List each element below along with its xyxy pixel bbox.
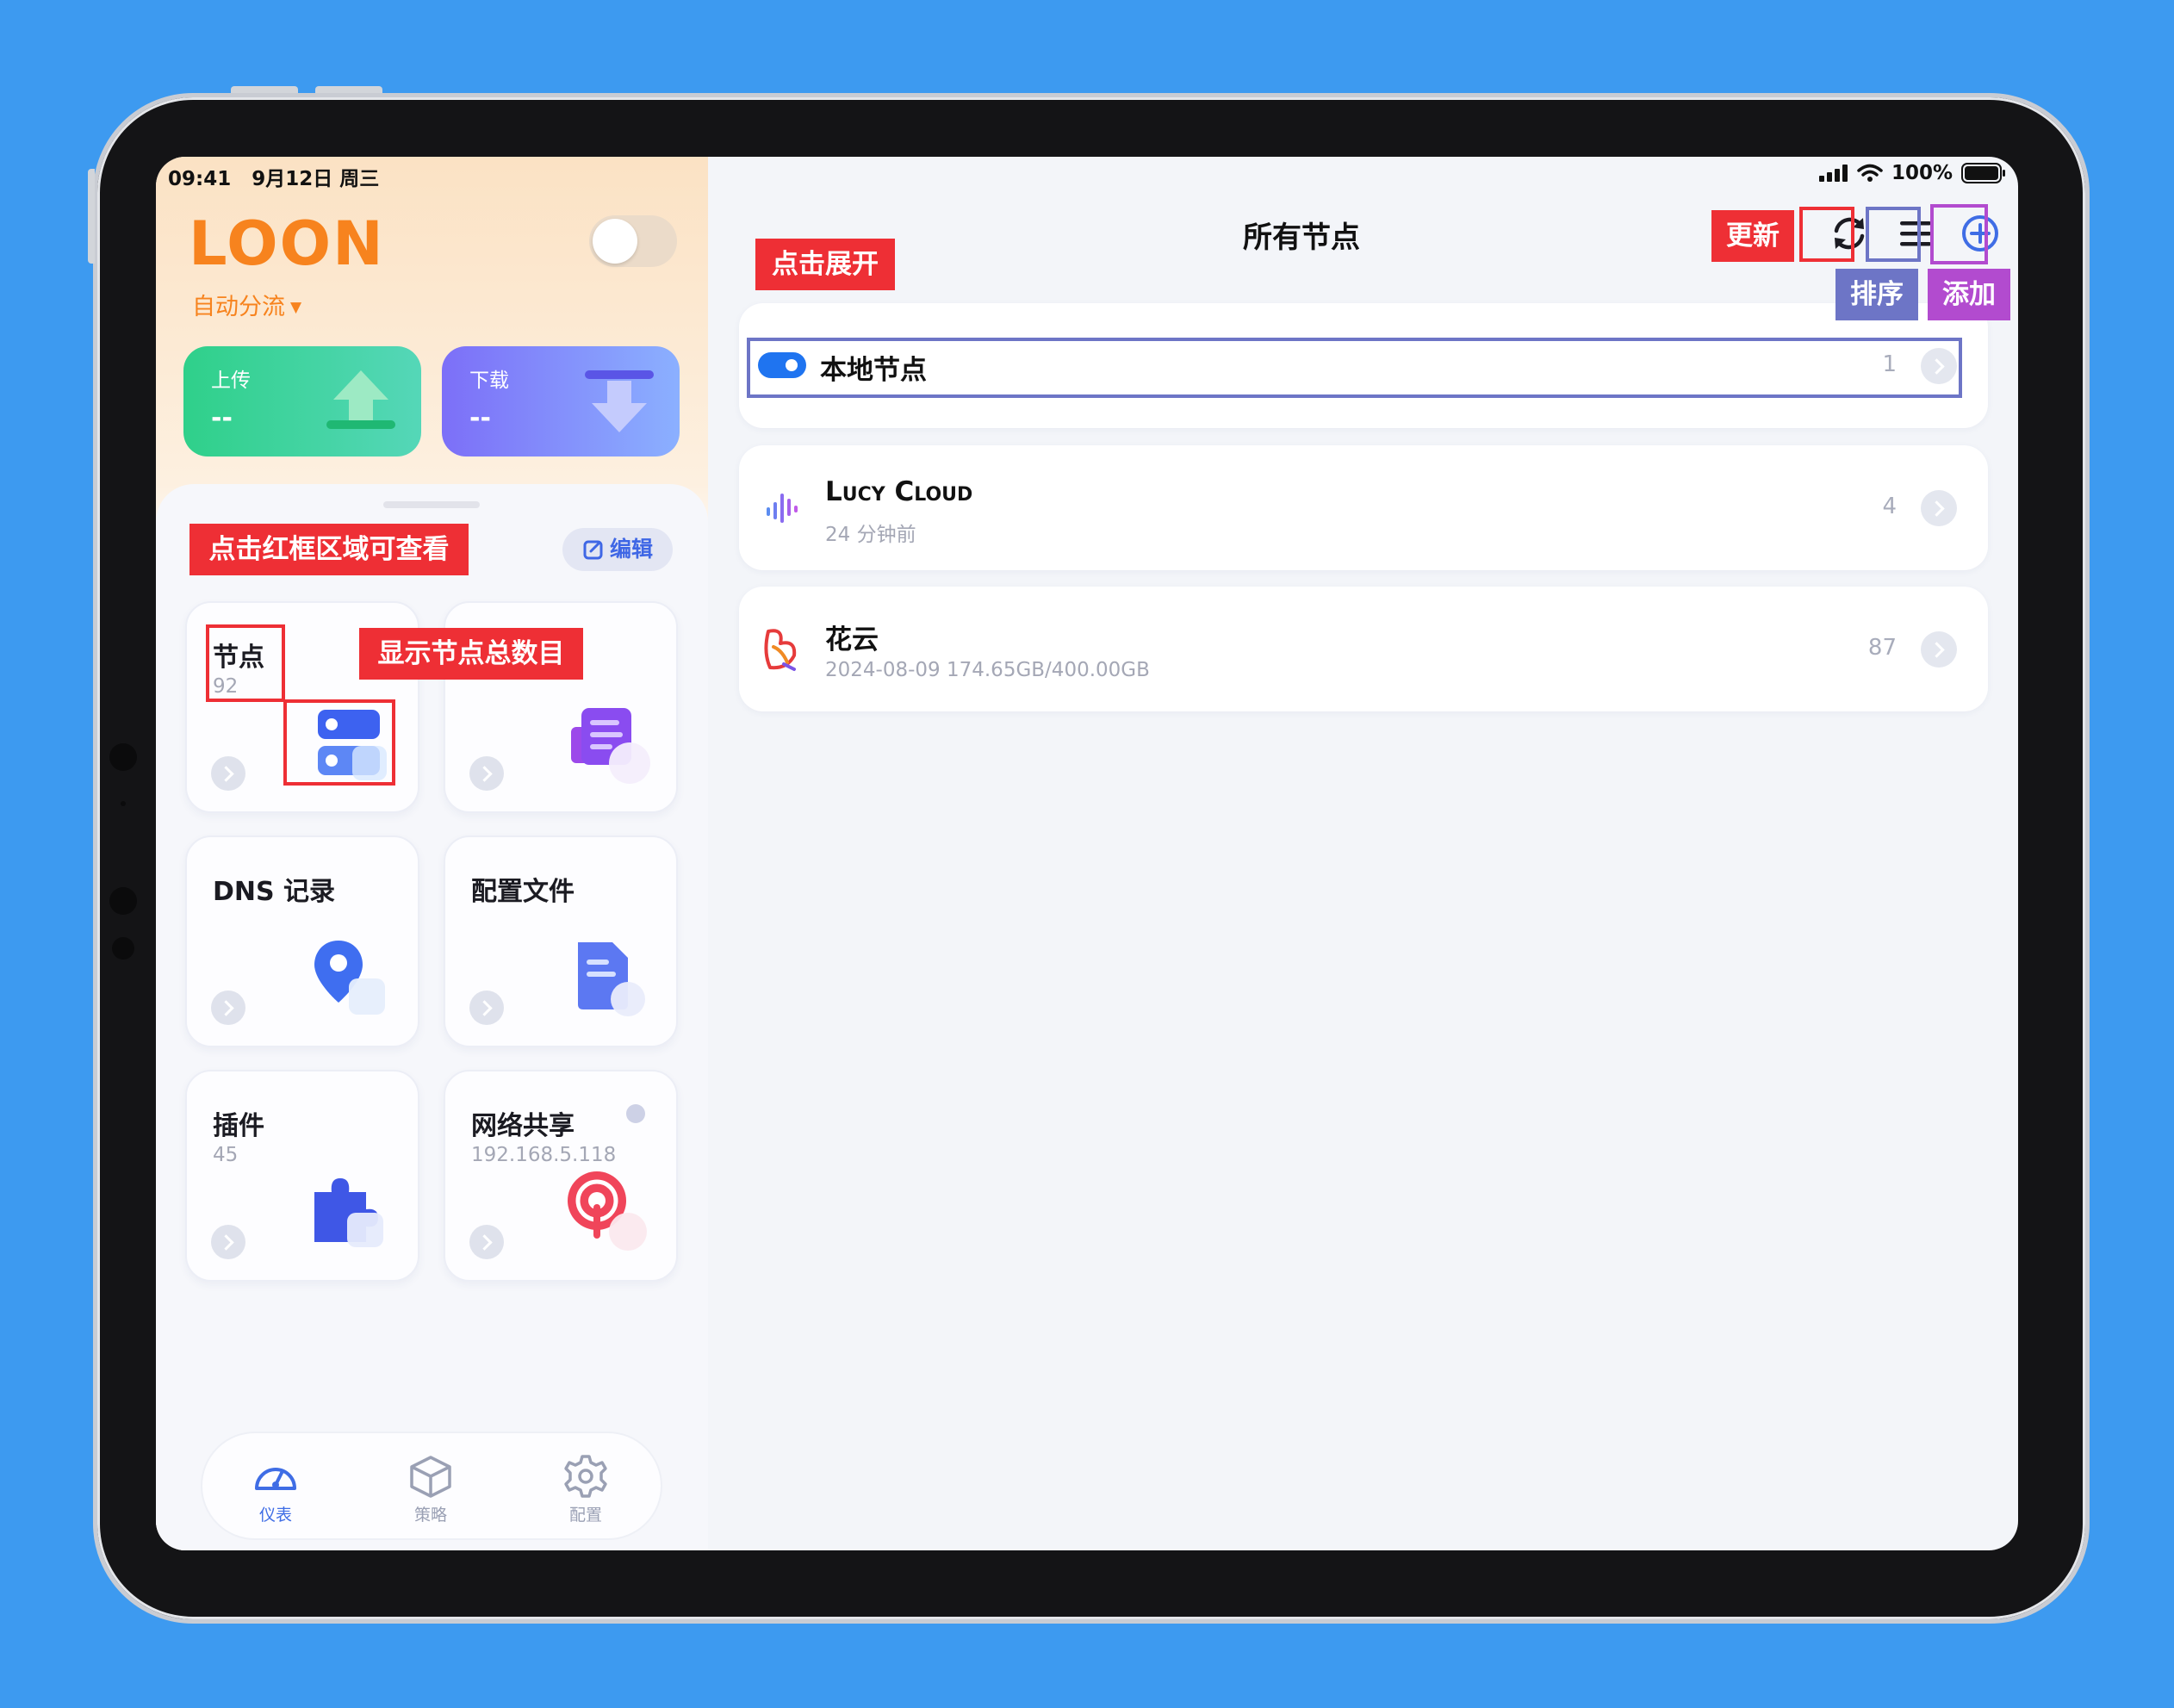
chevron-right-icon [469, 991, 504, 1025]
puzzle-piece-icon [314, 1178, 383, 1247]
highlight-local-node-row [747, 338, 1962, 398]
location-pin-icon [314, 941, 385, 1015]
tile-title: DNS 记录 [213, 877, 336, 907]
edit-button[interactable]: 编辑 [562, 528, 673, 571]
tile-title: 网络共享 [471, 1111, 575, 1141]
chevron-right-icon [211, 991, 245, 1025]
highlight-node-count [206, 624, 285, 702]
caret-down-icon: ▼ [290, 299, 302, 316]
screen: 09:41 9月12日 周三 LOON 自动分流 ▼ 上传 -- 下载 -- 编… [156, 157, 2018, 1550]
highlight-refresh-button [1799, 207, 1854, 262]
page-title: 所有节点 [1243, 220, 1360, 255]
chevron-right-icon [469, 1225, 504, 1259]
annotation-add: 添加 [1928, 269, 2010, 320]
tile-sub: 192.168.5.118 [471, 1144, 617, 1166]
status-time: 09:41 [168, 168, 232, 190]
chevron-right-icon [1921, 490, 1957, 526]
edit-icon [583, 540, 603, 560]
gear-icon [564, 1455, 607, 1498]
node-group-updated: 24 分钟前 [825, 524, 916, 546]
top-button-left [231, 86, 298, 93]
tab-policy[interactable]: 策略 [383, 1454, 478, 1525]
tab-dashboard[interactable]: 仪表 [228, 1454, 323, 1525]
status-bar-left: 09:41 9月12日 周三 [168, 162, 393, 191]
download-label: 下载 [469, 370, 509, 392]
annotation-node-count-hint: 显示节点总数目 [359, 628, 583, 680]
toggle-knob [593, 219, 637, 264]
annotation-sort: 排序 [1835, 269, 1918, 320]
status-bar-right: 100% [1818, 162, 2006, 184]
status-date: 9月12日 周三 [252, 168, 380, 190]
flower-logo-icon [764, 629, 797, 671]
node-group-name: 花云 [825, 624, 879, 655]
upload-label: 上传 [211, 370, 251, 392]
top-button-right [315, 86, 382, 93]
chevron-right-icon [211, 1225, 245, 1259]
tab-label: 策略 [413, 1506, 447, 1525]
proxy-toggle[interactable] [589, 215, 677, 267]
highlight-node-icon [283, 699, 395, 786]
node-group-usage: 2024-08-09 174.65GB/400.00GB [825, 659, 1150, 681]
camera-dot-2 [121, 801, 126, 806]
upload-value: -- [211, 403, 233, 433]
signal-icon [1818, 165, 1848, 182]
mode-label: 自动分流 [192, 294, 285, 320]
wifi-icon [1857, 164, 1883, 182]
config-file-icon [578, 942, 645, 1016]
side-button [88, 169, 95, 264]
sheet-grabber[interactable] [383, 501, 480, 508]
dashboard-panel: 09:41 9月12日 周三 LOON 自动分流 ▼ 上传 -- 下载 -- 编… [156, 157, 708, 1550]
annotation-view-hint: 点击红框区域可查看 [189, 524, 469, 575]
chevron-right-icon [469, 756, 504, 791]
cube-icon [410, 1456, 451, 1498]
download-card: 下载 -- [442, 346, 680, 457]
tile-config-files[interactable]: 配置文件 [444, 835, 678, 1047]
soundwave-icon [767, 494, 798, 523]
annotation-expand: 点击展开 [755, 239, 895, 290]
battery-percent: 100% [1891, 162, 1953, 184]
tab-bar: 仪表 策略 配置 [201, 1432, 662, 1540]
tile-title: 配置文件 [471, 877, 575, 907]
annotation-refresh: 更新 [1711, 210, 1794, 262]
tab-label: 仪表 [258, 1506, 292, 1525]
tile-network-sharing[interactable]: 网络共享 192.168.5.118 [444, 1070, 678, 1282]
node-group-name: Lucy Cloud [825, 476, 973, 507]
node-group-count: 87 [1867, 635, 1897, 661]
upload-arrow-icon [326, 370, 395, 429]
app-brand: LOON [189, 208, 385, 279]
node-group-lucy-cloud[interactable]: Lucy Cloud 24 分钟前 4 [739, 445, 1988, 570]
tab-label: 配置 [568, 1506, 602, 1525]
tile-plugins[interactable]: 插件 45 [185, 1070, 419, 1282]
edit-label: 编辑 [609, 537, 653, 562]
hotspot-icon [568, 1171, 647, 1251]
node-group-count: 4 [1882, 494, 1897, 519]
download-arrow-icon [585, 370, 654, 432]
chevron-right-icon [211, 756, 245, 791]
chevron-right-icon [1921, 631, 1957, 668]
upload-card: 上传 -- [183, 346, 421, 457]
document-stack-icon [571, 708, 650, 784]
highlight-sort-button [1866, 207, 1921, 262]
status-dot [626, 1104, 645, 1123]
download-value: -- [469, 403, 491, 433]
tile-title: 插件 [213, 1111, 264, 1141]
mode-selector[interactable]: 自动分流 ▼ [192, 288, 301, 321]
tile-dns-records[interactable]: DNS 记录 [185, 835, 419, 1047]
node-group-huayun[interactable]: 花云 2024-08-09 174.65GB/400.00GB 87 [739, 587, 1988, 711]
camera-dot-1 [109, 743, 137, 771]
tab-config[interactable]: 配置 [538, 1454, 633, 1525]
battery-icon [1961, 163, 2005, 183]
tile-sub: 45 [213, 1144, 239, 1166]
highlight-add-button [1930, 204, 1988, 264]
gauge-icon [255, 1468, 296, 1490]
camera-dot-3 [109, 887, 137, 915]
camera-dot-4 [112, 937, 134, 960]
